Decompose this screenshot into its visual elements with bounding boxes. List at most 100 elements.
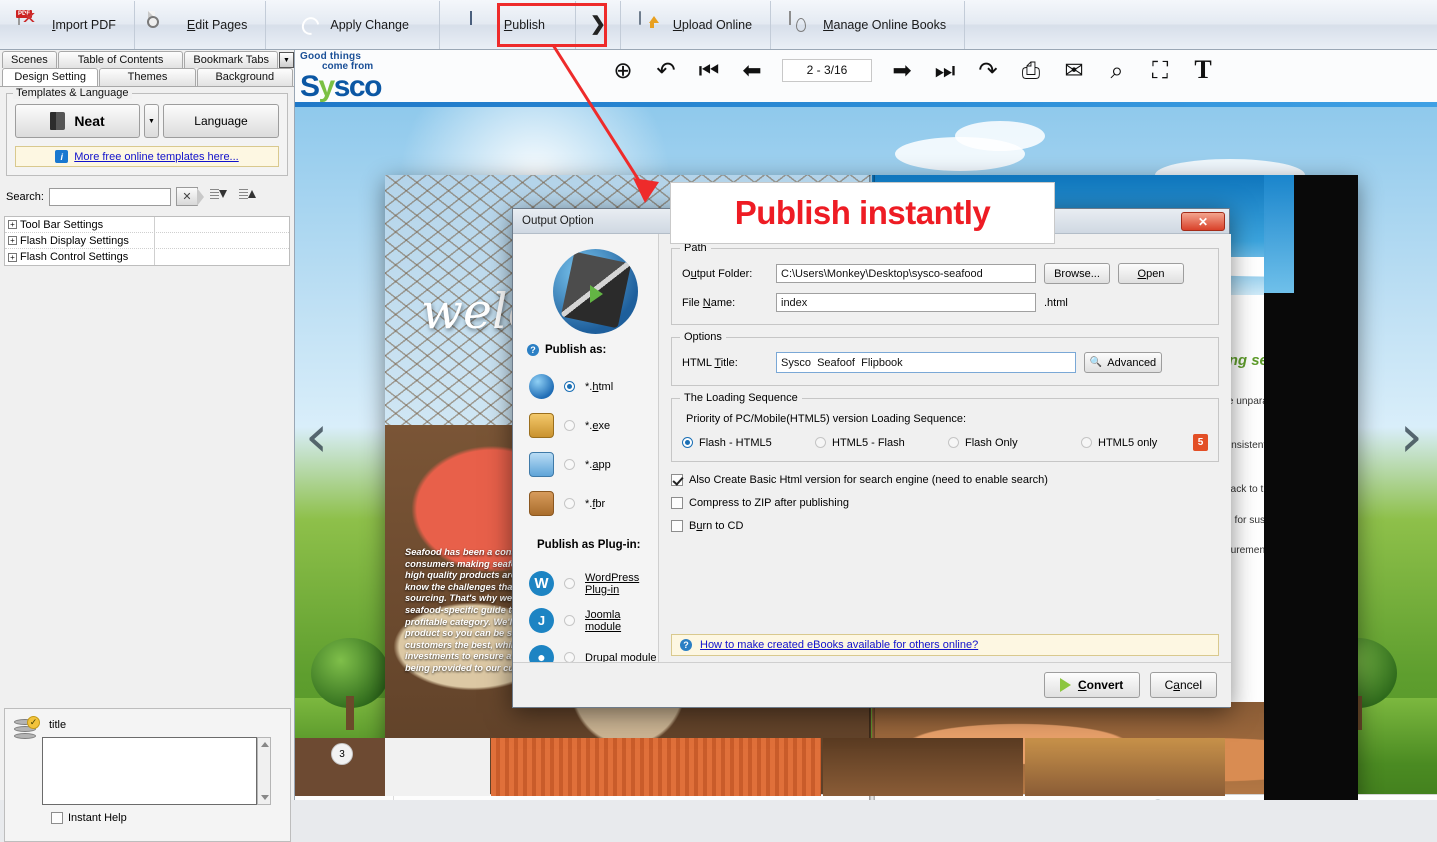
prev-page-icon[interactable]: ⬅ [739, 55, 765, 85]
page-thumbnail-strip[interactable]: 3 [295, 738, 1437, 796]
tab-background[interactable]: Background [197, 68, 293, 86]
help-icon[interactable]: ? [527, 344, 539, 356]
plugin-option-wordpress[interactable]: W WordPress Plug-in [529, 571, 658, 596]
clear-search-button[interactable]: ✕ [176, 187, 198, 206]
next-page-arrow[interactable]: › [1400, 407, 1423, 465]
checkbox-burn-cd[interactable]: Burn to CD [671, 520, 1219, 532]
help-link-banner[interactable]: ? How to make created eBooks available f… [671, 634, 1219, 656]
seq-option-html5-only[interactable]: HTML5 only [1081, 437, 1193, 449]
language-button[interactable]: Language [163, 104, 279, 138]
prev-page-arrow[interactable]: ‹ [305, 407, 328, 465]
settings-row-toolbar[interactable]: + Tool Bar Settings [5, 217, 289, 233]
undo-icon[interactable]: ↶ [653, 55, 679, 85]
compress-zip-checkbox[interactable] [671, 497, 683, 509]
import-pdf-button[interactable]: PDF Import PDF [0, 1, 135, 49]
expand-icon[interactable]: + [8, 220, 17, 229]
scroll-up-icon[interactable] [261, 742, 269, 747]
ebooks-help-link[interactable]: How to make created eBooks available for… [700, 639, 978, 651]
thumbnail-item[interactable] [823, 738, 1023, 796]
tab-table-of-contents[interactable]: Table of Contents [58, 51, 184, 68]
checkbox-label: Burn to CD [689, 520, 743, 532]
print-icon[interactable]: ⎙ [1018, 55, 1044, 85]
instant-help-checkbox[interactable] [51, 812, 63, 824]
help-scrollbar[interactable] [257, 737, 271, 805]
radio-wordpress[interactable] [564, 578, 575, 589]
upload-online-button[interactable]: Upload Online [621, 1, 771, 49]
tab-bookmark-tabs[interactable]: Bookmark Tabs [184, 51, 278, 68]
manage-online-books-button[interactable]: Manage Online Books [771, 1, 965, 49]
settings-row-flash-control[interactable]: + Flash Control Settings [5, 249, 289, 265]
radio-app[interactable] [564, 459, 575, 470]
publish-option-fbr[interactable]: *.fbr [529, 491, 605, 516]
thumbnail-item[interactable] [385, 738, 490, 796]
import-settings-icon[interactable] [210, 188, 227, 205]
radio-flash-html5[interactable] [682, 437, 693, 448]
seq-option-html5-flash[interactable]: HTML5 - Flash [815, 437, 948, 449]
fullscreen-icon[interactable]: ⛶ [1147, 55, 1173, 85]
last-page-icon[interactable]: ⏭ [932, 55, 958, 85]
advanced-button[interactable]: 🔍 Advanced [1084, 352, 1162, 373]
convert-button[interactable]: Convert [1044, 672, 1140, 698]
thumbnail-item[interactable] [1025, 738, 1225, 796]
edit-pages-label: Edit Pages [187, 18, 247, 32]
publish-button[interactable]: Publish [440, 1, 576, 49]
text-icon[interactable]: T [1190, 55, 1216, 85]
page-indicator[interactable]: 2 - 3/16 [782, 59, 872, 82]
cancel-button[interactable]: Cancel [1150, 672, 1217, 698]
html-title-input[interactable] [776, 352, 1076, 373]
output-folder-input[interactable] [776, 264, 1036, 283]
search-input[interactable] [49, 188, 171, 206]
burn-cd-checkbox[interactable] [671, 520, 683, 532]
tab-themes[interactable]: Themes [99, 68, 195, 86]
instant-help-row[interactable]: Instant Help [51, 812, 127, 824]
apply-change-button[interactable]: Apply Change [266, 1, 440, 49]
radio-fbr[interactable] [564, 498, 575, 509]
edit-pages-button[interactable]: Edit Pages [135, 1, 266, 49]
scroll-down-icon[interactable] [261, 795, 269, 800]
output-folder-label: Output Folder: [682, 268, 768, 280]
checkbox-basic-html[interactable]: Also Create Basic Html version for searc… [671, 474, 1219, 486]
checkbox-compress-zip[interactable]: Compress to ZIP after publishing [671, 497, 1219, 509]
seq-option-flash-only[interactable]: Flash Only [948, 437, 1081, 449]
redo-icon[interactable]: ↷ [975, 55, 1001, 85]
publish-option-app[interactable]: *.app [529, 452, 611, 477]
search-icon[interactable]: ⌕ [1104, 55, 1130, 85]
radio-joomla[interactable] [564, 615, 575, 626]
sidebar-tabs-row-2: Design Setting Themes Background [0, 68, 294, 87]
radio-html5-flash[interactable] [815, 437, 826, 448]
publish-option-html[interactable]: *.html [529, 374, 613, 399]
radio-exe[interactable] [564, 420, 575, 431]
next-page-icon[interactable]: ➡ [889, 55, 915, 85]
upload-online-label: Upload Online [673, 18, 752, 32]
close-icon[interactable]: ✕ [1181, 212, 1225, 231]
first-page-icon[interactable]: ⏮ [696, 55, 722, 85]
more-templates-link[interactable]: More free online templates here... [74, 151, 238, 163]
settings-label: Flash Display Settings [20, 235, 129, 247]
settings-row-flash-display[interactable]: + Flash Display Settings [5, 233, 289, 249]
radio-flash-only[interactable] [948, 437, 959, 448]
browse-button[interactable]: Browse... [1044, 263, 1110, 284]
export-settings-icon[interactable] [239, 188, 256, 205]
thumbnails-button[interactable]: ▲ Thumbnails [295, 796, 394, 801]
thumbnail-item[interactable] [491, 738, 821, 796]
expand-icon[interactable]: + [8, 236, 17, 245]
file-name-input[interactable] [776, 293, 1036, 312]
radio-html5-only[interactable] [1081, 437, 1092, 448]
radio-html[interactable] [564, 381, 575, 392]
more-commands-chevron-icon[interactable]: ❯ [576, 1, 621, 49]
exe-package-icon [529, 413, 554, 438]
publish-option-exe[interactable]: *.exe [529, 413, 610, 438]
seq-option-flash-html5[interactable]: Flash - HTML5 [682, 437, 815, 449]
tabs-overflow-chevron-down-icon[interactable]: ▼ [279, 52, 294, 68]
more-templates-banner[interactable]: i More free online templates here... [15, 146, 279, 167]
template-select-button[interactable]: Neat [15, 104, 140, 138]
basic-html-checkbox[interactable] [671, 474, 683, 486]
expand-icon[interactable]: + [8, 253, 17, 262]
open-button[interactable]: Open [1118, 263, 1184, 284]
email-icon[interactable]: ✉ [1061, 55, 1087, 85]
tab-scenes[interactable]: Scenes [2, 51, 57, 68]
tab-design-setting[interactable]: Design Setting [2, 68, 98, 86]
plugin-option-joomla[interactable]: J Joomla module [529, 608, 658, 633]
zoom-in-icon[interactable]: ⊕ [610, 55, 636, 85]
template-dropdown-chevron-down-icon[interactable]: ▼ [144, 104, 159, 138]
